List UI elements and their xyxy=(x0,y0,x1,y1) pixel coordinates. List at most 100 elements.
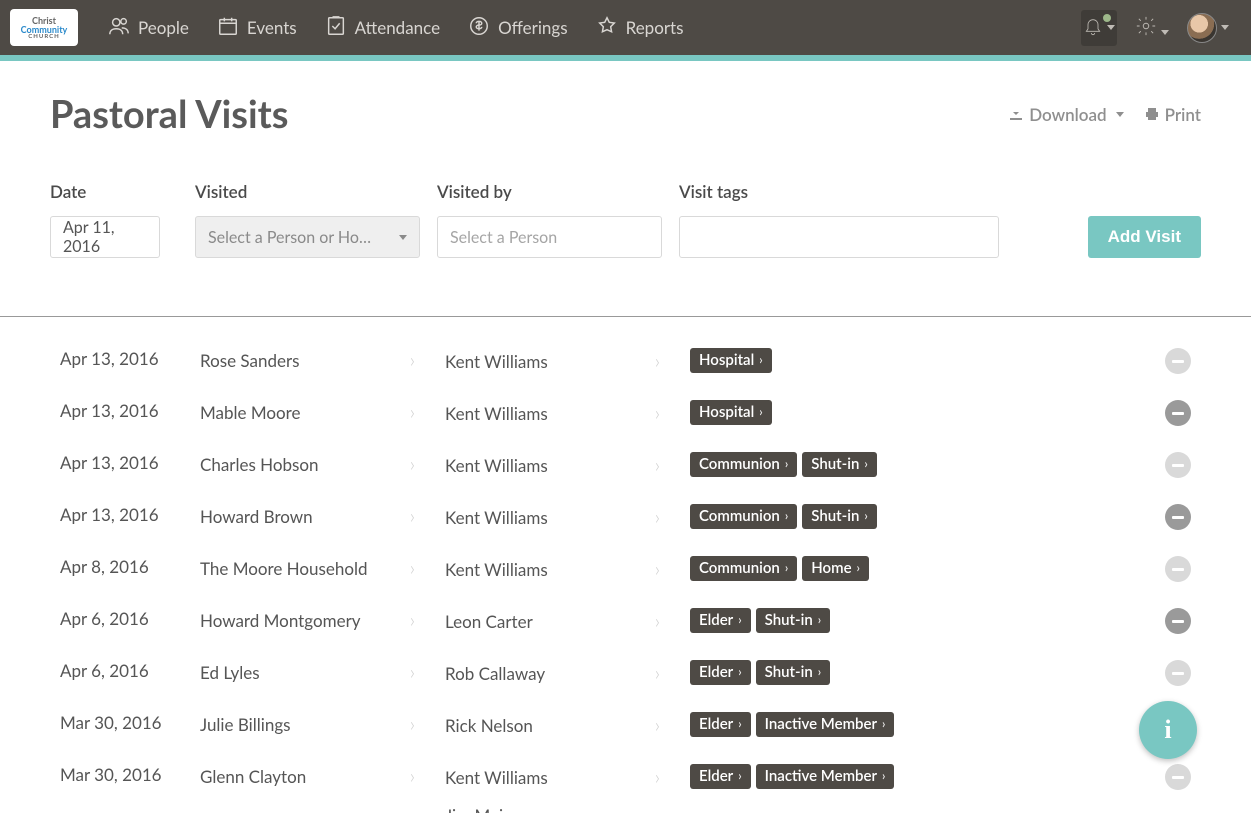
visited-name[interactable]: Rose Sanders xyxy=(200,350,299,371)
chevron-down-icon xyxy=(1107,25,1115,30)
visit-date: Apr 13, 2016 xyxy=(60,504,200,525)
visited-by-name[interactable]: Kent Williams xyxy=(445,507,548,528)
visit-row: Mar 30, 2016Julie Billings›Rick Nelson›E… xyxy=(50,699,1201,751)
nav-label: Events xyxy=(247,17,297,38)
visit-tag[interactable]: Inactive Member› xyxy=(756,712,895,737)
visited-by-name[interactable]: Kent Williams xyxy=(445,559,548,580)
visited-name[interactable]: Mable Moore xyxy=(200,402,300,423)
visited-by-name[interactable]: Leon Carter xyxy=(445,611,533,632)
page-title: Pastoral Visits xyxy=(50,91,288,137)
visit-tag[interactable]: Shut-in› xyxy=(802,452,877,477)
download-button[interactable]: Download xyxy=(1008,104,1123,125)
visit-tags-input[interactable] xyxy=(679,216,999,258)
visit-date: Apr 6, 2016 xyxy=(60,660,200,681)
visited-by-name[interactable]: Kent Williams xyxy=(445,455,548,476)
visit-tag[interactable]: Communion› xyxy=(690,452,797,477)
chevron-right-icon: › xyxy=(785,561,788,575)
visit-tag[interactable]: Inactive Member› xyxy=(756,764,895,789)
visited-name[interactable]: Charles Hobson xyxy=(200,454,319,475)
chevron-down-icon xyxy=(399,235,407,240)
visit-tag[interactable]: Shut-in› xyxy=(756,608,831,633)
visit-tag[interactable]: Elder› xyxy=(690,764,751,789)
nav-events[interactable]: Events xyxy=(217,15,297,41)
nav-attendance[interactable]: Attendance xyxy=(325,15,440,41)
delete-visit-button[interactable] xyxy=(1165,452,1191,478)
chevron-right-icon: › xyxy=(410,452,415,476)
visit-tag[interactable]: Hospital› xyxy=(690,400,772,425)
attendance-icon xyxy=(325,15,347,41)
visit-tag[interactable]: Shut-in› xyxy=(802,504,877,529)
user-menu[interactable] xyxy=(1187,13,1229,43)
print-button[interactable]: Print xyxy=(1144,104,1201,125)
visit-tag[interactable]: Hospital› xyxy=(690,348,772,373)
visit-date: Apr 13, 2016 xyxy=(60,452,200,473)
chevron-right-icon: › xyxy=(410,608,415,632)
visit-tag[interactable]: Elder› xyxy=(690,660,751,685)
chevron-right-icon: › xyxy=(738,613,741,627)
bell-icon xyxy=(1083,18,1103,38)
reports-icon xyxy=(596,15,618,41)
date-input[interactable]: Apr 11, 2016 xyxy=(50,216,160,258)
print-icon xyxy=(1144,106,1160,122)
visit-tag[interactable]: Communion› xyxy=(690,504,797,529)
chevron-right-icon: › xyxy=(738,769,741,783)
visit-tag[interactable]: Elder› xyxy=(690,608,751,633)
visit-tag[interactable]: Home› xyxy=(802,556,869,581)
delete-visit-button[interactable] xyxy=(1165,556,1191,582)
chevron-right-icon: › xyxy=(655,609,660,633)
visit-row: Apr 13, 2016Rose Sanders›Kent Williams›H… xyxy=(50,335,1201,387)
delete-visit-button[interactable] xyxy=(1165,660,1191,686)
visited-by-name[interactable]: Rick Nelson xyxy=(445,715,533,736)
chevron-down-icon xyxy=(1221,25,1229,30)
delete-visit-button[interactable] xyxy=(1165,348,1191,374)
nav-people[interactable]: People xyxy=(108,15,189,41)
visited-name[interactable]: The Moore Household xyxy=(200,558,368,579)
help-fab[interactable]: i xyxy=(1139,701,1197,759)
chevron-right-icon: › xyxy=(410,712,415,736)
visited-name[interactable]: Julie Billings xyxy=(200,714,291,735)
visited-by-name[interactable]: Kent Williams xyxy=(445,767,548,788)
visited-select[interactable]: Select a Person or Hou… xyxy=(195,216,420,258)
visited-name[interactable]: Glenn Clayton xyxy=(200,766,306,787)
delete-visit-button[interactable] xyxy=(1165,504,1191,530)
visit-tags-label: Visit tags xyxy=(679,181,1003,202)
chevron-right-icon: › xyxy=(655,803,660,813)
visited-by-input[interactable]: Select a Person xyxy=(437,216,662,258)
nav-offerings[interactable]: Offerings xyxy=(468,15,568,41)
chevron-right-icon: › xyxy=(655,401,660,425)
visited-name[interactable]: Ed Lyles xyxy=(200,662,260,683)
chevron-right-icon: › xyxy=(785,509,788,523)
visit-tag[interactable]: Communion› xyxy=(690,556,797,581)
chevron-right-icon: › xyxy=(864,509,867,523)
chevron-down-icon xyxy=(1161,30,1169,35)
visit-tag[interactable]: Elder› xyxy=(690,712,751,737)
visited-name[interactable]: Howard Brown xyxy=(200,506,313,527)
people-icon xyxy=(108,15,130,41)
chevron-right-icon: › xyxy=(410,660,415,684)
visited-by-name[interactable]: Kent Williams xyxy=(445,351,548,372)
visited-by-name[interactable]: Rob Callaway xyxy=(445,663,545,684)
visit-row: Apr 13, 2016Mable Moore›Kent Williams›Ho… xyxy=(50,387,1201,439)
visit-date: Apr 6, 2016 xyxy=(60,608,200,629)
visit-row: Mar 30, 2016Glenn Clayton›Kent Williams›… xyxy=(50,751,1201,813)
add-visit-button[interactable]: Add Visit xyxy=(1088,216,1201,258)
chevron-right-icon: › xyxy=(655,505,660,529)
top-nav: Christ Community CHURCH People Events Atte… xyxy=(0,0,1251,55)
nav-reports[interactable]: Reports xyxy=(596,15,684,41)
events-icon xyxy=(217,15,239,41)
delete-visit-button[interactable] xyxy=(1165,400,1191,426)
brand-logo[interactable]: Christ Community CHURCH xyxy=(10,9,78,46)
visited-by-name[interactable]: Jim Meier xyxy=(445,805,518,813)
nav-label: Reports xyxy=(626,17,684,38)
visit-tag[interactable]: Shut-in› xyxy=(756,660,831,685)
visited-name[interactable]: Howard Montgomery xyxy=(200,610,361,631)
notifications-button[interactable] xyxy=(1081,10,1117,46)
settings-menu[interactable] xyxy=(1135,15,1169,41)
delete-visit-button[interactable] xyxy=(1165,764,1191,790)
chevron-right-icon: › xyxy=(655,453,660,477)
visited-by-name[interactable]: Kent Williams xyxy=(445,403,548,424)
delete-visit-button[interactable] xyxy=(1165,608,1191,634)
nav-label: Offerings xyxy=(498,17,568,38)
offerings-icon xyxy=(468,15,490,41)
visit-row: Apr 8, 2016The Moore Household›Kent Will… xyxy=(50,543,1201,595)
